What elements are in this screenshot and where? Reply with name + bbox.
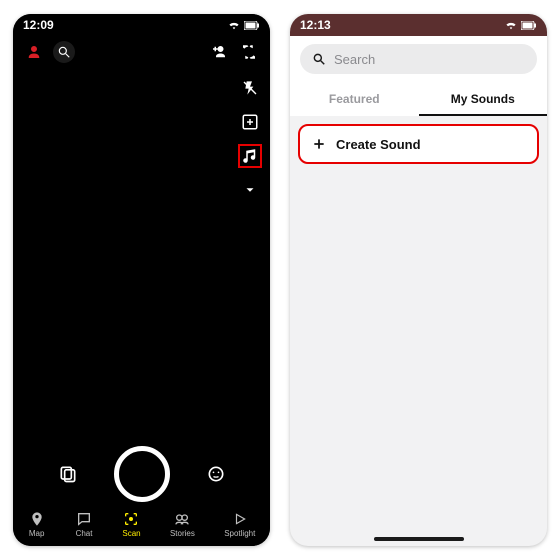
search-input[interactable]: Search: [300, 44, 537, 74]
chevron-down-icon[interactable]: [238, 178, 262, 202]
nav-scan[interactable]: Scan: [122, 510, 140, 538]
flash-icon[interactable]: [238, 76, 262, 100]
home-indicator: [374, 537, 464, 541]
status-bar: 12:09: [13, 14, 270, 36]
nav-label: Map: [29, 529, 45, 538]
memories-icon[interactable]: [56, 462, 80, 486]
nav-label: Chat: [76, 529, 93, 538]
nav-label: Spotlight: [224, 529, 255, 538]
tab-label: Featured: [329, 92, 380, 106]
stories-icon: [173, 510, 191, 528]
map-pin-icon: [28, 510, 46, 528]
nav-label: Stories: [170, 529, 195, 538]
gallery-add-icon[interactable]: [238, 110, 262, 134]
profile-icon[interactable]: [23, 41, 45, 63]
search-icon[interactable]: [53, 41, 75, 63]
status-time: 12:13: [300, 18, 331, 32]
create-sound-button[interactable]: Create Sound: [300, 126, 537, 162]
status-bar: 12:13: [290, 14, 547, 36]
nav-spotlight[interactable]: Spotlight: [224, 510, 255, 538]
search-icon: [312, 52, 326, 66]
tab-mysounds[interactable]: My Sounds: [419, 82, 548, 116]
tab-featured[interactable]: Featured: [290, 82, 419, 116]
search-placeholder: Search: [334, 52, 375, 67]
nav-map[interactable]: Map: [28, 510, 46, 538]
nav-chat[interactable]: Chat: [75, 510, 93, 538]
wifi-icon: [228, 20, 240, 30]
music-icon[interactable]: [238, 144, 262, 168]
add-friend-icon[interactable]: [208, 41, 230, 63]
lenses-icon[interactable]: [204, 462, 228, 486]
chat-icon: [75, 510, 93, 528]
sounds-tabs: Featured My Sounds: [290, 82, 547, 116]
nav-stories[interactable]: Stories: [170, 510, 195, 538]
battery-icon: [244, 21, 260, 30]
plus-icon: [312, 137, 326, 151]
status-icons: [228, 20, 260, 30]
play-icon: [231, 510, 249, 528]
side-toolbar: [238, 76, 262, 202]
status-icons: [505, 20, 537, 30]
status-time: 12:09: [23, 18, 54, 32]
battery-icon: [521, 21, 537, 30]
flip-camera-icon[interactable]: [238, 41, 260, 63]
shutter-button[interactable]: [114, 446, 170, 502]
camera-bottom-controls: [13, 446, 270, 502]
scan-icon: [122, 510, 140, 528]
camera-top-strip: [13, 36, 270, 68]
nav-label: Scan: [122, 529, 140, 538]
phone-sounds: 12:13 Search Featured My Sounds Crea: [290, 14, 547, 546]
bottom-nav: Map Chat Scan Stories Spotlight: [13, 502, 270, 546]
phone-camera: 12:09: [13, 14, 270, 546]
tab-label: My Sounds: [451, 92, 515, 106]
wifi-icon: [505, 20, 517, 30]
create-sound-label: Create Sound: [336, 137, 421, 152]
sounds-panel: Create Sound: [290, 116, 547, 172]
search-area: Search: [290, 36, 547, 82]
